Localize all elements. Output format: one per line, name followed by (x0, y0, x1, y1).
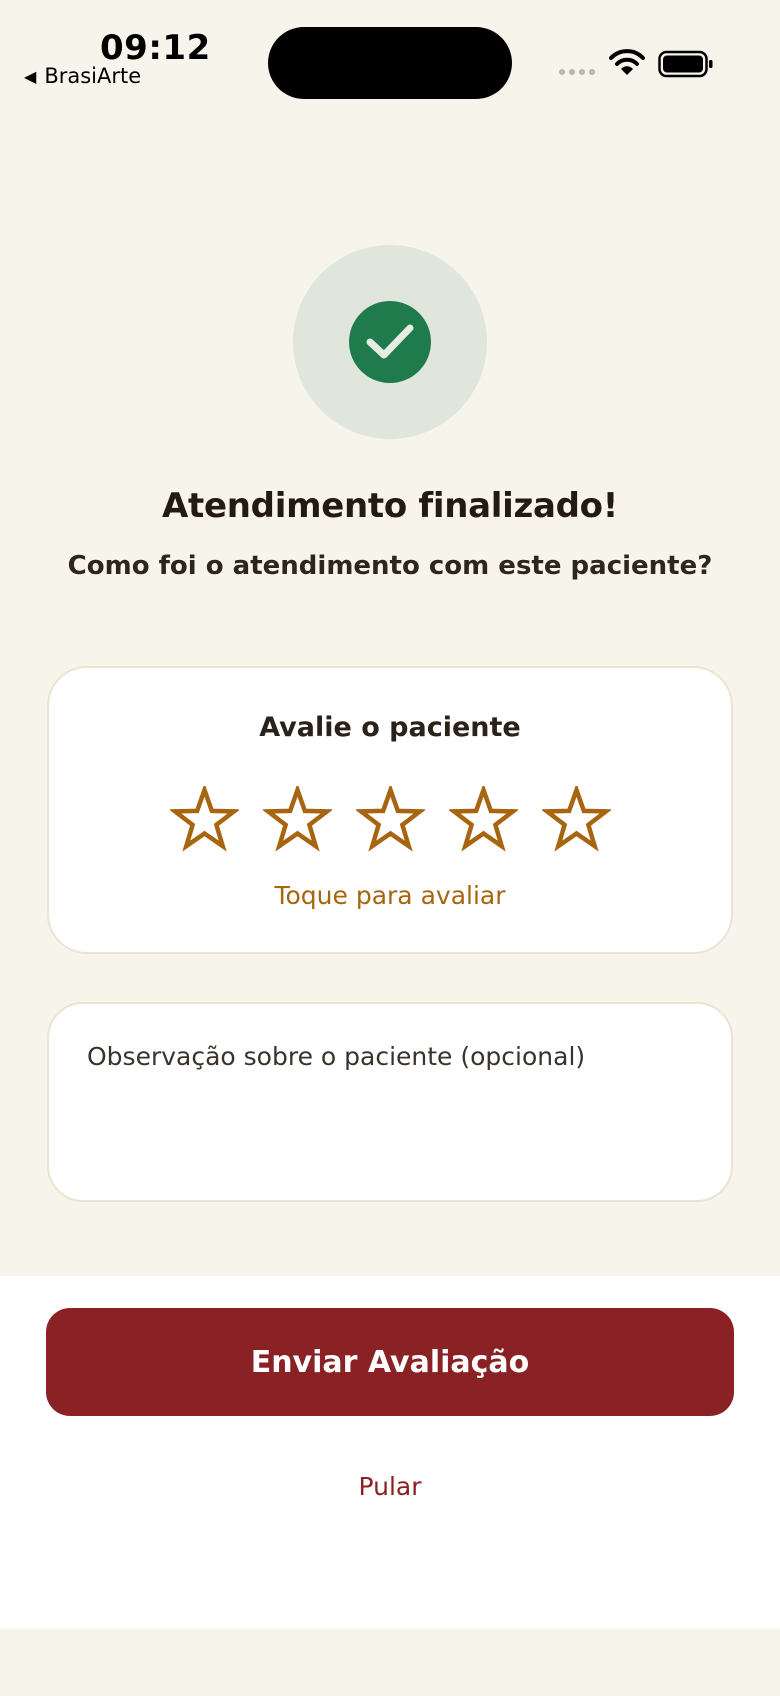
rating-hint: Toque para avaliar (274, 881, 506, 910)
star-4-icon[interactable] (448, 786, 518, 852)
star-rating (49, 786, 731, 852)
skip-link[interactable]: Pular (0, 1472, 780, 1501)
status-bar: 09:12 ◀ BrasiArte (0, 0, 780, 110)
bottom-action-panel: Enviar Avaliação Pular (0, 1276, 780, 1629)
page-subtitle: Como foi o atendimento com este paciente… (67, 551, 713, 581)
status-time: 09:12 (100, 28, 211, 68)
back-app-label: BrasiArte (44, 64, 142, 88)
star-3-icon[interactable] (355, 786, 425, 852)
cellular-signal-icon (559, 69, 595, 75)
star-5-icon[interactable] (541, 786, 611, 852)
page-title: Atendimento finalizado! (162, 486, 618, 526)
patient-notes-field[interactable] (49, 1004, 731, 1200)
rating-screen: 09:12 ◀ BrasiArte Atendimento finalizado… (0, 0, 780, 1696)
rating-title: Avalie o paciente (259, 712, 521, 743)
battery-icon (658, 50, 713, 78)
notes-field-container (47, 1002, 733, 1202)
check-icon (366, 324, 414, 359)
star-1-icon[interactable] (169, 786, 239, 852)
dynamic-island (268, 27, 512, 99)
submit-rating-button[interactable]: Enviar Avaliação (46, 1308, 734, 1416)
check-badge (349, 301, 431, 383)
rating-card: Avalie o paciente Toque para avaliar (47, 666, 733, 954)
star-2-icon[interactable] (262, 786, 332, 852)
back-triangle-icon: ◀ (24, 66, 37, 86)
back-to-app-link[interactable]: ◀ BrasiArte (24, 64, 141, 88)
wifi-icon (609, 49, 645, 75)
success-indicator (293, 245, 487, 439)
